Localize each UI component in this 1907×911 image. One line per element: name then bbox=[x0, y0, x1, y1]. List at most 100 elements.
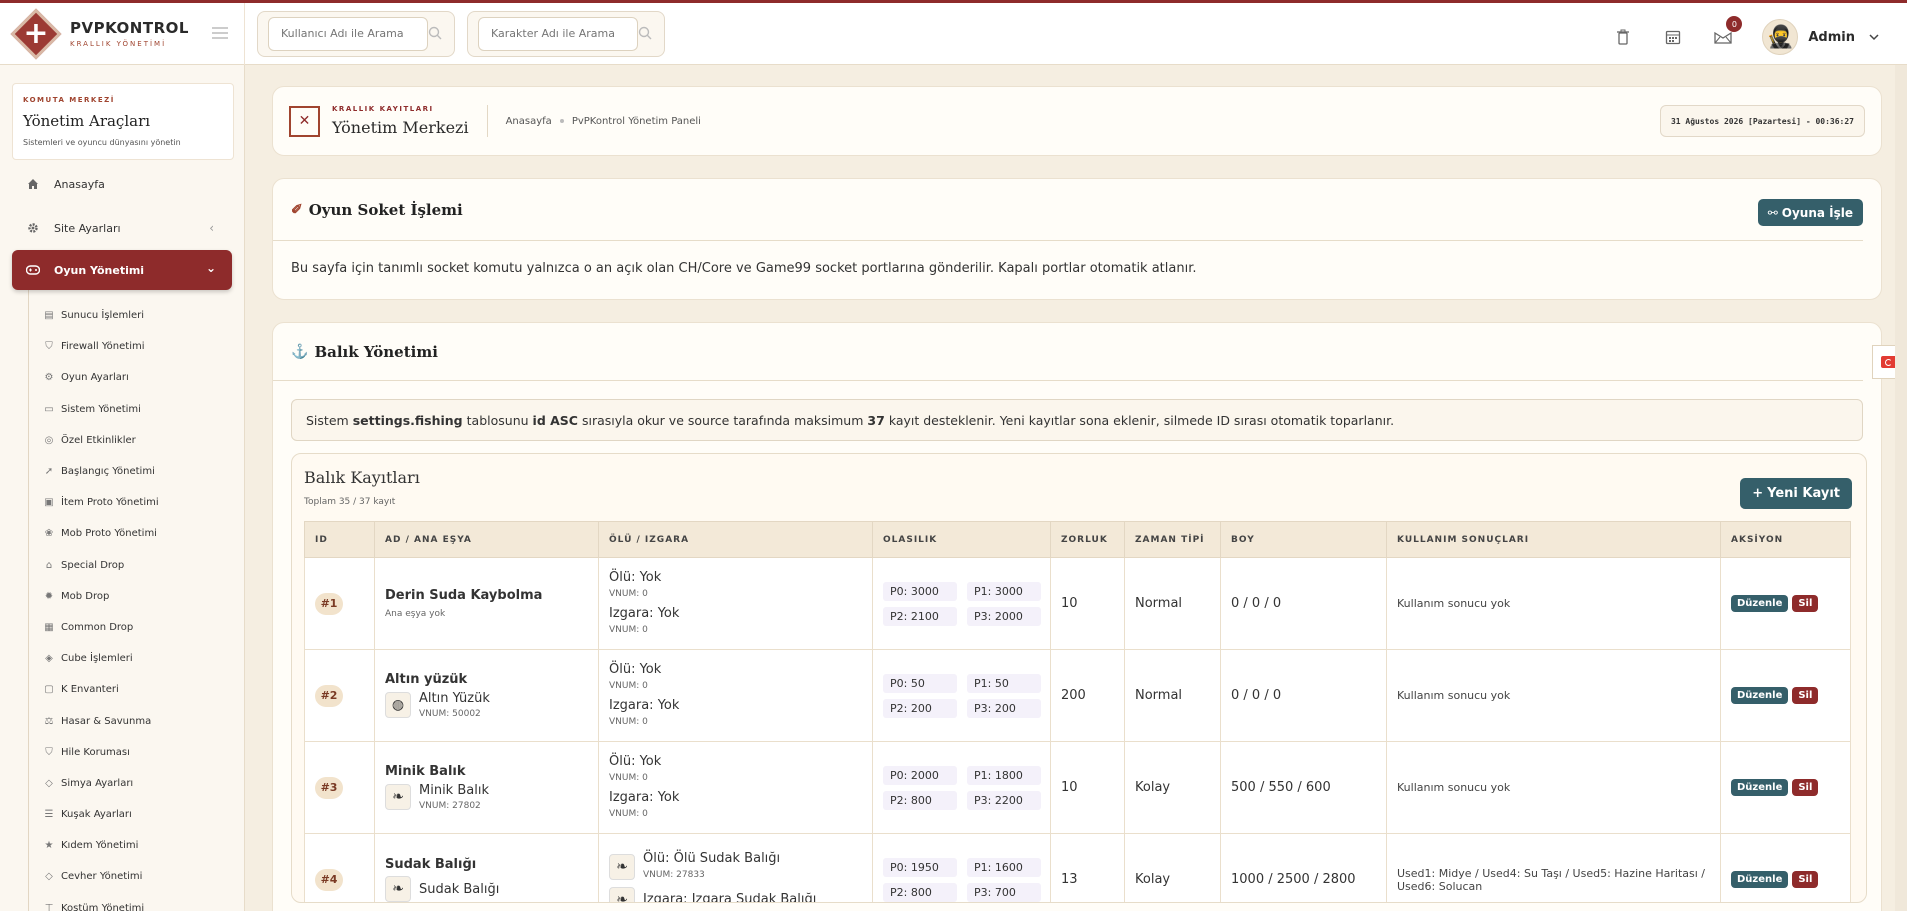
column-header[interactable]: ZAMAN TİPİ bbox=[1124, 521, 1221, 558]
feather-icon: ✐ bbox=[291, 201, 303, 218]
sidebar-item-home[interactable]: Anasayfa bbox=[0, 162, 244, 206]
fish-icon: ❧ bbox=[609, 853, 635, 880]
column-header[interactable]: ÖLÜ / IZGARA bbox=[598, 521, 873, 558]
gem-icon: ◇ bbox=[45, 871, 53, 883]
submenu-item[interactable]: ⛉ Hile Koruması bbox=[29, 737, 244, 768]
fish-records-panel: Balık Kayıtları Toplam 35 / 37 kayıt + Ye… bbox=[291, 453, 1867, 903]
bug-icon: ✹ bbox=[44, 590, 54, 602]
notification-badge: 0 bbox=[1726, 16, 1743, 32]
user-search-input[interactable] bbox=[268, 16, 428, 51]
user-name[interactable]: Admin bbox=[1808, 30, 1855, 45]
edit-button[interactable]: Düzenle bbox=[1731, 779, 1789, 796]
fish-section-header: ⚓ Balık Yönetimi bbox=[273, 323, 1863, 381]
id-badge: #4 bbox=[315, 868, 343, 891]
breadcrumb-home[interactable]: Anasayfa bbox=[506, 116, 552, 127]
apply-to-game-button[interactable]: ⚯ Oyuna İşle bbox=[1757, 199, 1863, 226]
breadcrumb: Anasayfa PvPKontrol Yönetim Paneli bbox=[506, 116, 701, 127]
calendar-icon[interactable] bbox=[1662, 26, 1684, 48]
home-icon bbox=[26, 177, 40, 191]
submenu-item[interactable]: ⚖ Hasar & Savunma bbox=[29, 705, 244, 736]
brand-logo: + bbox=[10, 8, 62, 60]
submenu-item[interactable]: ▢ K Envanteri bbox=[29, 674, 244, 705]
column-header[interactable]: OLASILIK bbox=[872, 521, 1051, 558]
submenu-item[interactable]: ▭ Sistem Yönetimi bbox=[29, 394, 244, 425]
submenu-item[interactable]: ✹ Mob Drop bbox=[29, 581, 244, 612]
column-header[interactable]: AD / ANA EŞYA bbox=[374, 521, 599, 558]
delete-button[interactable]: Sil bbox=[1792, 595, 1819, 612]
new-record-button[interactable]: + Yeni Kayıt bbox=[1740, 478, 1852, 509]
trash-icon[interactable] bbox=[1612, 26, 1634, 48]
fish-table: ID AD / ANA EŞYA ÖLÜ / IZGARA OLASILIK Z… bbox=[304, 521, 1851, 902]
submenu-item[interactable]: ▦ Common Drop bbox=[29, 612, 244, 643]
fish-icon: ❧ bbox=[385, 876, 411, 902]
column-header[interactable]: ZORLUK bbox=[1050, 521, 1125, 558]
records-count: Toplam 35 / 37 kayıt bbox=[304, 497, 396, 507]
page-title: Yönetim Merkezi bbox=[332, 118, 469, 137]
shirt-icon: ⊤ bbox=[44, 902, 54, 911]
table-row: #4 Sudak Balığı ❧ Sudak Balığı ❧ Ölü: Ölü S… bbox=[304, 833, 1851, 902]
edit-button[interactable]: Düzenle bbox=[1731, 687, 1789, 704]
submenu-item[interactable]: ◇ Cevher Yönetimi bbox=[29, 861, 244, 892]
box-icon: ▣ bbox=[44, 497, 54, 509]
sidebar-subtitle: Sistemleri ve oyuncu dünyasını yönetin bbox=[23, 138, 181, 147]
gear-icon bbox=[26, 221, 40, 235]
main-content: ✕ KRALLIK KAYITLARI Yönetim Merkezi Anas… bbox=[272, 86, 1882, 911]
search-icon[interactable] bbox=[428, 26, 442, 40]
search-icon[interactable] bbox=[638, 26, 652, 40]
column-header[interactable]: KULLANIM SONUÇLARI bbox=[1386, 521, 1721, 558]
submenu-item[interactable]: ▤ Sunucu İşlemleri bbox=[29, 300, 244, 331]
submenu-item[interactable]: ➚ Başlangıç Yönetimi bbox=[29, 456, 244, 487]
socket-section-header: ✐ Oyun Soket İşlemi bbox=[273, 179, 1863, 241]
edit-button[interactable]: Düzenle bbox=[1731, 871, 1789, 888]
character-search-input[interactable] bbox=[478, 16, 638, 51]
id-badge: #2 bbox=[315, 684, 343, 707]
anchor-icon: ⚓ bbox=[291, 343, 309, 360]
chevron-down-icon: ⌄ bbox=[205, 261, 216, 275]
notifications-icon[interactable]: 0 bbox=[1712, 16, 1743, 48]
ring-icon: ◍ bbox=[385, 692, 411, 718]
submenu-item[interactable]: ⊤ Kostüm Yönetimi bbox=[29, 893, 244, 911]
star-icon: ★ bbox=[44, 840, 54, 852]
table-header-row: ID AD / ANA EŞYA ÖLÜ / IZGARA OLASILIK Z… bbox=[304, 521, 1851, 558]
delete-button[interactable]: Sil bbox=[1792, 871, 1819, 888]
submenu-item[interactable]: ⌂ Special Drop bbox=[29, 550, 244, 581]
info-notice: Sistem settings.fishing tablosunu id ASC… bbox=[291, 399, 1863, 441]
sidebar-item-game-management[interactable]: Oyun Yönetimi ⌄ bbox=[12, 250, 232, 290]
sidebar: KOMUTA MERKEZİ Yönetim Araçları Sistemle… bbox=[0, 65, 245, 911]
fish-name: Derin Suda Kaybolma bbox=[385, 588, 543, 603]
section-title: Balık Yönetimi bbox=[314, 342, 438, 361]
submenu-item[interactable]: ◈ Cube İşlemleri bbox=[29, 643, 244, 674]
scrollbar[interactable] bbox=[1895, 65, 1907, 911]
fish-name: Sudak Balığı bbox=[385, 857, 477, 872]
submenu-item[interactable]: ◎ Özel Etkinlikler bbox=[29, 425, 244, 456]
delete-button[interactable]: Sil bbox=[1792, 687, 1819, 704]
submenu-item[interactable]: ☰ Kuşak Ayarları bbox=[29, 799, 244, 830]
table-row: #1 Derin Suda Kaybolma Ana eşya yok Ölü: … bbox=[304, 557, 1851, 650]
gamepad-icon: ◎ bbox=[44, 434, 54, 446]
submenu-item[interactable]: ◇ Simya Ayarları bbox=[29, 768, 244, 799]
id-badge: #1 bbox=[315, 592, 343, 615]
fish-name: Altın yüzük bbox=[385, 672, 468, 687]
avatar[interactable]: 🥷 bbox=[1762, 19, 1799, 55]
menu-toggle-icon[interactable] bbox=[212, 26, 228, 39]
gem-icon: ◇ bbox=[45, 777, 53, 789]
brand[interactable]: + PVPKONTROL KRALLIK YÖNETİMİ bbox=[0, 2, 245, 65]
column-header[interactable]: AKSİYON bbox=[1720, 521, 1851, 558]
sidebar-item-site-settings[interactable]: Site Ayarları ‹ bbox=[0, 206, 244, 250]
sidebar-kicker: KOMUTA MERKEZİ bbox=[23, 96, 115, 104]
edit-button[interactable]: Düzenle bbox=[1731, 595, 1789, 612]
sliders-icon: ☰ bbox=[44, 809, 54, 821]
chevron-down-icon[interactable] bbox=[1869, 32, 1879, 42]
submenu-item[interactable]: ⚙ Oyun Ayarları bbox=[29, 362, 244, 393]
table-row: #2 Altın yüzük ◍ Altın Yüzük VNUM: 50002 Öl… bbox=[304, 649, 1851, 742]
submenu-item[interactable]: ▣ İtem Proto Yönetimi bbox=[29, 487, 244, 518]
submenu-item[interactable]: ❀ Mob Proto Yönetimi bbox=[29, 518, 244, 549]
breadcrumb-card: ✕ KRALLIK KAYITLARI Yönetim Merkezi Anas… bbox=[272, 86, 1882, 156]
records-title: Balık Kayıtları bbox=[304, 468, 420, 487]
column-header[interactable]: ID bbox=[304, 521, 375, 558]
column-header[interactable]: BOY bbox=[1220, 521, 1387, 558]
submenu-item[interactable]: ★ Kıdem Yönetimi bbox=[29, 830, 244, 861]
delete-button[interactable]: Sil bbox=[1792, 779, 1819, 796]
submenu-item[interactable]: ⛉ Firewall Yönetimi bbox=[29, 331, 244, 362]
close-icon[interactable]: ✕ bbox=[289, 105, 320, 137]
